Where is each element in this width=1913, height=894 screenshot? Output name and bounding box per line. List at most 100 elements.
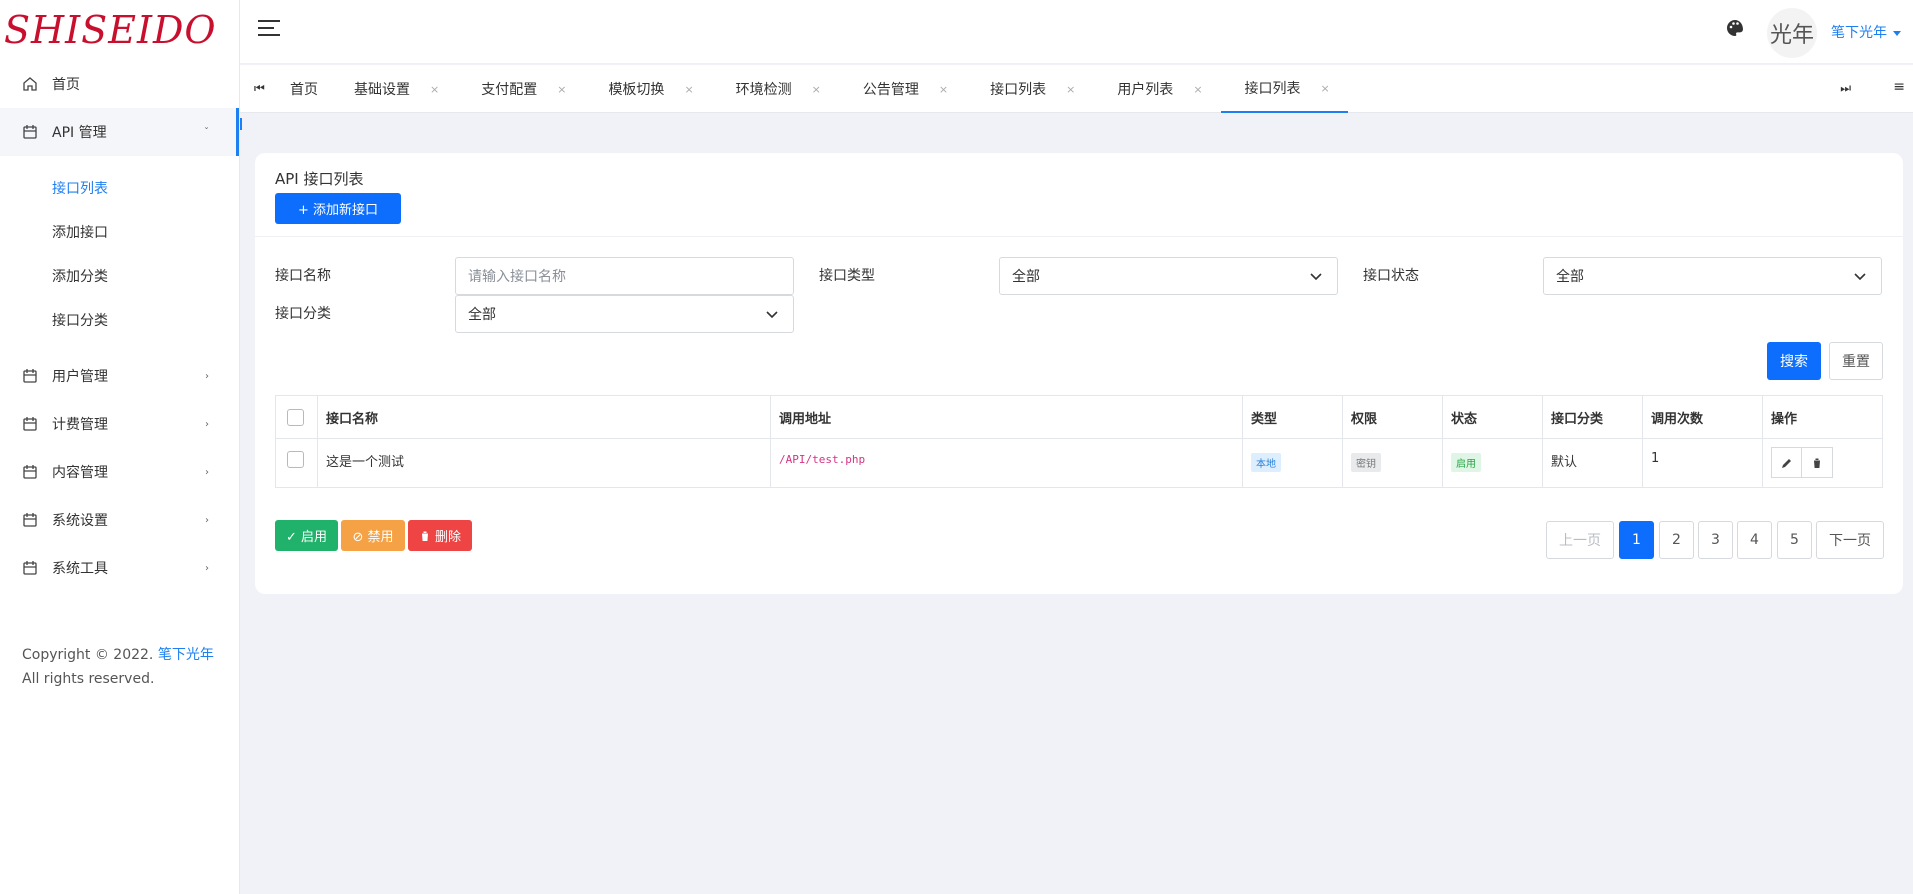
pagination-page[interactable]: 4 [1737,521,1772,559]
page-title: API 接口列表 [275,170,364,188]
close-icon[interactable]: × [1193,83,1202,96]
edit-button[interactable] [1771,447,1802,478]
name-filter-input[interactable]: 请输入接口名称 [455,257,794,295]
tab-template-switch[interactable]: 模板切换 × [584,65,711,113]
sidebar-subitem-add-category[interactable]: 添加分类 [0,254,239,298]
copyright-link[interactable]: 笔下光年 [158,647,214,663]
actions-cell [1763,439,1882,487]
tab-api-list[interactable]: 接口列表 × [966,65,1093,113]
column-header[interactable]: 权限 [1343,396,1443,438]
sidebar-item-api[interactable]: API 管理 ˇ [0,108,239,156]
table-row[interactable]: 这是一个测试 /API/test.php 本地 密钥 启用 默认 1 [276,439,1882,487]
user-menu[interactable]: 笔下光年 [1831,22,1901,42]
chevron-right-icon: › [205,466,209,478]
permission-badge: 密钥 [1351,453,1381,472]
close-icon[interactable]: × [684,83,693,96]
column-header[interactable]: 状态 [1443,396,1543,438]
close-icon[interactable]: × [939,83,948,96]
close-icon[interactable]: × [430,83,439,96]
trash-icon [1813,458,1821,468]
bulk-delete-button[interactable]: 删除 [408,520,472,551]
status-filter-select[interactable]: 全部 [1543,257,1882,295]
close-icon[interactable]: × [1066,83,1075,96]
column-header[interactable]: 调用次数 [1643,396,1763,438]
palette-icon[interactable] [1725,18,1747,40]
close-icon[interactable]: × [1321,82,1330,95]
calendar-icon [22,124,38,140]
brand-logo[interactable]: SHISEIDO [0,0,239,60]
tab-label: 首页 [290,82,318,98]
sidebar-subitem-add-api[interactable]: 添加接口 [0,210,239,254]
trash-icon [420,531,429,541]
pagination-prev[interactable]: 上一页 [1546,521,1614,559]
tab-home[interactable]: 首页 [276,65,330,113]
column-header[interactable]: 接口名称 [318,396,771,438]
close-icon[interactable]: × [557,83,566,96]
tabs-menu-icon[interactable]: ≡ [1893,79,1905,95]
chevron-right-icon: › [205,562,209,574]
reset-button[interactable]: 重置 [1829,342,1883,380]
sidebar-item-settings[interactable]: 系统设置 › [0,496,239,544]
pagination-next[interactable]: 下一页 [1816,521,1884,559]
sidebar-item-billing[interactable]: 计费管理 › [0,400,239,448]
category-filter-select[interactable]: 全部 [455,295,794,333]
column-header[interactable]: 类型 [1243,396,1343,438]
sidebar-item-label: 内容管理 [52,465,108,481]
api-url-cell: /API/test.php [771,439,1243,487]
pagination-page[interactable]: 1 [1619,521,1654,559]
hamburger-icon[interactable] [258,20,280,40]
pagination-page[interactable]: 2 [1659,521,1694,559]
tabs-next-icon[interactable]: ⏭ [1840,81,1851,96]
tab-payment-config[interactable]: 支付配置 × [457,65,584,113]
content-indicator [240,118,242,130]
api-type-cell: 本地 [1243,439,1343,487]
sidebar-menu-more: 用户管理 › 计费管理 › 内容管理 › 系统设置 › 系统工具 › [0,352,239,592]
api-category-cell: 默认 [1543,439,1643,487]
type-filter-select[interactable]: 全部 [999,257,1338,295]
sidebar-item-content[interactable]: 内容管理 › [0,448,239,496]
tabs-prev-icon[interactable]: ⏮ [254,81,265,96]
status-filter-value: 全部 [1556,269,1584,285]
add-api-button[interactable]: + 添加新接口 [275,193,401,224]
category-filter-value: 全部 [468,307,496,323]
select-all-checkbox[interactable] [287,408,304,426]
sidebar-submenu-api: 接口列表 添加接口 添加分类 接口分类 [0,156,239,352]
column-header[interactable]: 接口分类 [1543,396,1643,438]
tab-user-list[interactable]: 用户列表 × [1093,65,1220,113]
sidebar-item-tools[interactable]: 系统工具 › [0,544,239,592]
name-filter-label: 接口名称 [275,268,331,284]
row-checkbox[interactable] [287,451,304,468]
column-header: 操作 [1771,411,1798,427]
bulk-enable-button[interactable]: ✓ 启用 [275,520,338,551]
sidebar-item-label: 用户管理 [52,369,108,385]
search-button[interactable]: 搜索 [1767,342,1821,380]
tab-env-check[interactable]: 环境检测 × [712,65,839,113]
calendar-icon [22,464,38,480]
sidebar-subitem-api-list[interactable]: 接口列表 [0,166,239,210]
chevron-down-icon [1310,273,1322,281]
sidebar-subitem-api-category[interactable]: 接口分类 [0,298,239,342]
sidebar-item-label: 系统工具 [52,561,108,577]
status-badge: 启用 [1451,453,1481,472]
column-header[interactable]: 调用地址 [771,396,1243,438]
tab-api-list-active[interactable]: 接口列表 × [1220,65,1348,113]
sidebar-item-users[interactable]: 用户管理 › [0,352,239,400]
bulk-disable-button[interactable]: ⊘ 禁用 [341,520,405,551]
tab-label: 公告管理 [862,82,919,98]
delete-row-button[interactable] [1802,447,1833,478]
tab-label: 支付配置 [481,82,538,98]
pagination-page[interactable]: 3 [1698,521,1733,559]
select-all-cell [276,396,318,438]
calendar-icon [22,368,38,384]
tab-basic-settings[interactable]: 基础设置 × [330,65,457,113]
calendar-icon [22,416,38,432]
tab-announcement[interactable]: 公告管理 × [839,65,966,113]
pagination-page[interactable]: 5 [1777,521,1812,559]
avatar[interactable]: 光年 [1767,8,1817,58]
close-icon[interactable]: × [812,83,821,96]
sidebar-item-label: API 管理 [52,125,107,141]
row-select-cell [276,439,318,487]
sidebar-menu: 首页 API 管理 ˇ [0,60,239,156]
sidebar-item-home[interactable]: 首页 [0,60,239,108]
tab-label: 基础设置 [354,82,410,98]
